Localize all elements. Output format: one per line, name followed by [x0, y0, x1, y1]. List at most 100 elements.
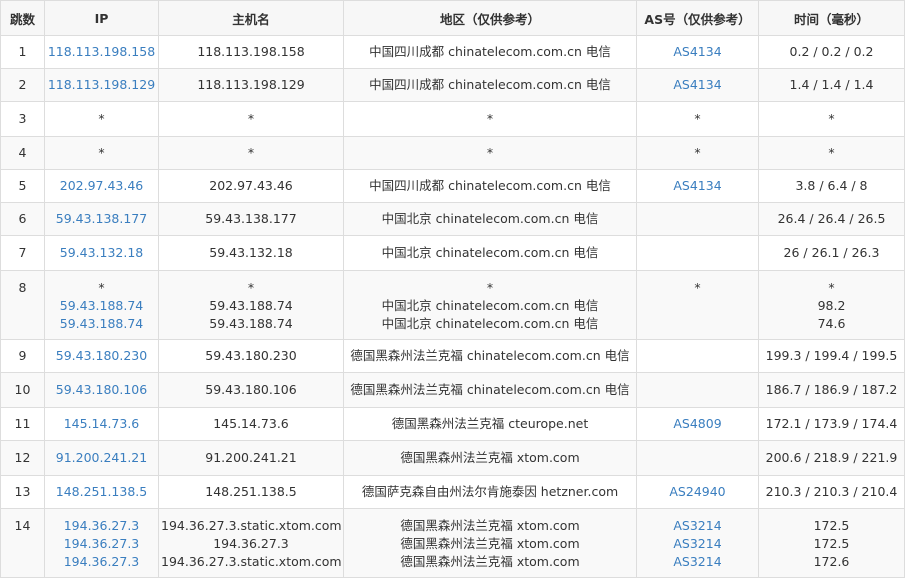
as-number-link[interactable]: AS4134	[639, 177, 756, 195]
ip-address-cell: 145.14.73.6	[44, 407, 159, 441]
hostname: 148.251.138.5	[205, 484, 297, 499]
ip-address-cell: *	[44, 101, 159, 137]
hop-number: 7	[0, 235, 45, 271]
region-cell: 德国萨克森自由州法尔肯施泰因 hetzner.com	[343, 475, 637, 509]
as-number-link[interactable]: AS3214	[639, 553, 756, 571]
table-row: 4 * * * * *	[0, 136, 905, 170]
ip-address-cell: 202.97.43.46	[44, 169, 159, 203]
hop-number: 5	[0, 169, 45, 203]
hostname: 59.43.138.177	[205, 211, 297, 226]
region: 中国四川成都 chinatelecom.com.cn 电信	[369, 178, 611, 193]
hostname: 91.200.241.21	[205, 450, 297, 465]
latency-ms: 200.6 / 218.9 / 221.9	[765, 450, 898, 465]
table-header-row: 跳数 IP 主机名 地区（仅供参考） AS号（仅供参考） 时间（毫秒）	[0, 0, 905, 36]
table-row: 13 148.251.138.5 148.251.138.5 德国萨克森自由州法尔肯施…	[0, 475, 905, 509]
ip-address-link[interactable]: 91.200.241.21	[47, 449, 156, 467]
table-row: 7 59.43.132.18 59.43.132.18 中国北京 chinatelec…	[0, 235, 905, 271]
ip-address-link[interactable]: 59.43.188.74	[47, 315, 156, 333]
latency-ms: 172.1 / 173.9 / 174.4	[765, 416, 898, 431]
hostname-cell: * 59.43.188.74 59.43.188.74	[158, 270, 344, 340]
latency-ms: *	[828, 111, 835, 126]
hostname: *	[247, 280, 255, 295]
region: 德国黑森州法兰克福 cteurope.net	[391, 416, 589, 431]
as-number-cell	[636, 372, 759, 408]
latency-ms-cell: 210.3 / 210.3 / 210.4	[758, 475, 905, 509]
latency-ms-cell: 3.8 / 6.4 / 8	[758, 169, 905, 203]
latency-ms-cell: *	[758, 101, 905, 137]
ip-address-link[interactable]: 59.43.132.18	[47, 244, 156, 262]
as-number-link[interactable]: AS3214	[639, 535, 756, 553]
ip-address-link[interactable]: 118.113.198.158	[47, 43, 156, 61]
table-row: 12 91.200.241.21 91.200.241.21 德国黑森州法兰克福 xt…	[0, 440, 905, 476]
latency-ms-cell: 199.3 / 199.4 / 199.5	[758, 339, 905, 373]
ip-address-cell: 118.113.198.158	[44, 35, 159, 69]
ip-address-link[interactable]: 145.14.73.6	[47, 415, 156, 433]
ip-address-cell: 91.200.241.21	[44, 440, 159, 476]
ip-address-cell: *	[44, 136, 159, 170]
region: 中国北京 chinatelecom.com.cn 电信	[381, 211, 599, 226]
hostname-cell: 59.43.180.230	[158, 339, 344, 373]
region: 德国黑森州法兰克福 chinatelecom.com.cn 电信	[350, 348, 630, 363]
region: 德国黑森州法兰克福 xtom.com	[400, 450, 580, 465]
as-number-link[interactable]: AS4134	[639, 76, 756, 94]
ip-address-link[interactable]: 59.43.138.177	[47, 210, 156, 228]
hop-number: 3	[0, 101, 45, 137]
as-number-link[interactable]: AS3214	[639, 517, 756, 535]
table-row: 8 * 59.43.188.74 59.43.188.74 * 59.43.188.74 5…	[0, 270, 905, 340]
as-number-cell: AS4809	[636, 407, 759, 441]
hostname-cell: 118.113.198.129	[158, 68, 344, 102]
latency-ms-cell: *	[758, 136, 905, 170]
latency-ms-cell: 186.7 / 186.9 / 187.2	[758, 372, 905, 408]
region-cell: 德国黑森州法兰克福 xtom.com	[343, 440, 637, 476]
as-number-cell: *	[636, 101, 759, 137]
as-number-link[interactable]: AS4134	[639, 43, 756, 61]
hop-number: 11	[0, 407, 45, 441]
hostname-cell: 202.97.43.46	[158, 169, 344, 203]
as-number: *	[694, 111, 701, 126]
hostname-cell: 59.43.180.106	[158, 372, 344, 408]
region-cell: 中国北京 chinatelecom.com.cn 电信	[343, 202, 637, 236]
latency-ms-cell: 200.6 / 218.9 / 221.9	[758, 440, 905, 476]
ip-address-link[interactable]: 118.113.198.129	[47, 76, 156, 94]
as-number-cell: AS4134	[636, 169, 759, 203]
latency-ms: 210.3 / 210.3 / 210.4	[765, 484, 898, 499]
latency-ms-cell: 172.1 / 173.9 / 174.4	[758, 407, 905, 441]
ip-address-link[interactable]: 194.36.27.3	[47, 535, 156, 553]
ip-address-link[interactable]: 194.36.27.3	[47, 553, 156, 571]
table-row: 14 194.36.27.3 194.36.27.3 194.36.27.3 194.3…	[0, 508, 905, 578]
latency-ms: *	[828, 280, 835, 295]
region-cell: 德国黑森州法兰克福 cteurope.net	[343, 407, 637, 441]
ip-address-link[interactable]: 59.43.188.74	[47, 297, 156, 315]
ip-address-cell: 59.43.180.106	[44, 372, 159, 408]
ip-address-link[interactable]: 148.251.138.5	[47, 483, 156, 501]
hostname: 194.36.27.3	[213, 536, 289, 551]
hop-number: 10	[0, 372, 45, 408]
ip-address-link[interactable]: 202.97.43.46	[47, 177, 156, 195]
hostname-cell: 194.36.27.3.static.xtom.com 194.36.27.3 19…	[158, 508, 344, 578]
latency-ms: *	[828, 145, 835, 160]
region: 德国黑森州法兰克福 chinatelecom.com.cn 电信	[350, 382, 630, 397]
as-number-cell: AS3214 AS3214 AS3214	[636, 508, 759, 578]
table-row: 9 59.43.180.230 59.43.180.230 德国黑森州法兰克福 chi…	[0, 339, 905, 373]
region: 德国黑森州法兰克福 xtom.com	[400, 536, 580, 551]
ip-address-link[interactable]: 59.43.180.106	[47, 381, 156, 399]
latency-ms-cell: * 98.2 74.6	[758, 270, 905, 340]
ip-address-link[interactable]: 59.43.180.230	[47, 347, 156, 365]
hop-number: 4	[0, 136, 45, 170]
as-number-cell: AS4134	[636, 35, 759, 69]
latency-ms: 26.4 / 26.4 / 26.5	[777, 211, 886, 226]
hop-number: 8	[0, 270, 45, 340]
hostname: 59.43.180.230	[205, 348, 297, 363]
traceroute-table: 跳数 IP 主机名 地区（仅供参考） AS号（仅供参考） 时间（毫秒） 1 1 18…	[0, 0, 905, 578]
as-number-link[interactable]: AS24940	[639, 483, 756, 501]
latency-ms: 172.6	[813, 554, 850, 569]
ip-address: *	[98, 145, 105, 160]
ip-address-link[interactable]: 194.36.27.3	[47, 517, 156, 535]
region-cell: 中国四川成都 chinatelecom.com.cn 电信	[343, 35, 637, 69]
header-as-number: AS号（仅供参考）	[636, 0, 759, 36]
region-cell: 德国黑森州法兰克福 chinatelecom.com.cn 电信	[343, 339, 637, 373]
latency-ms: 199.3 / 199.4 / 199.5	[765, 348, 898, 363]
region: 中国北京 chinatelecom.com.cn 电信	[381, 316, 599, 331]
as-number-link[interactable]: AS4809	[639, 415, 756, 433]
latency-ms-cell: 26.4 / 26.4 / 26.5	[758, 202, 905, 236]
